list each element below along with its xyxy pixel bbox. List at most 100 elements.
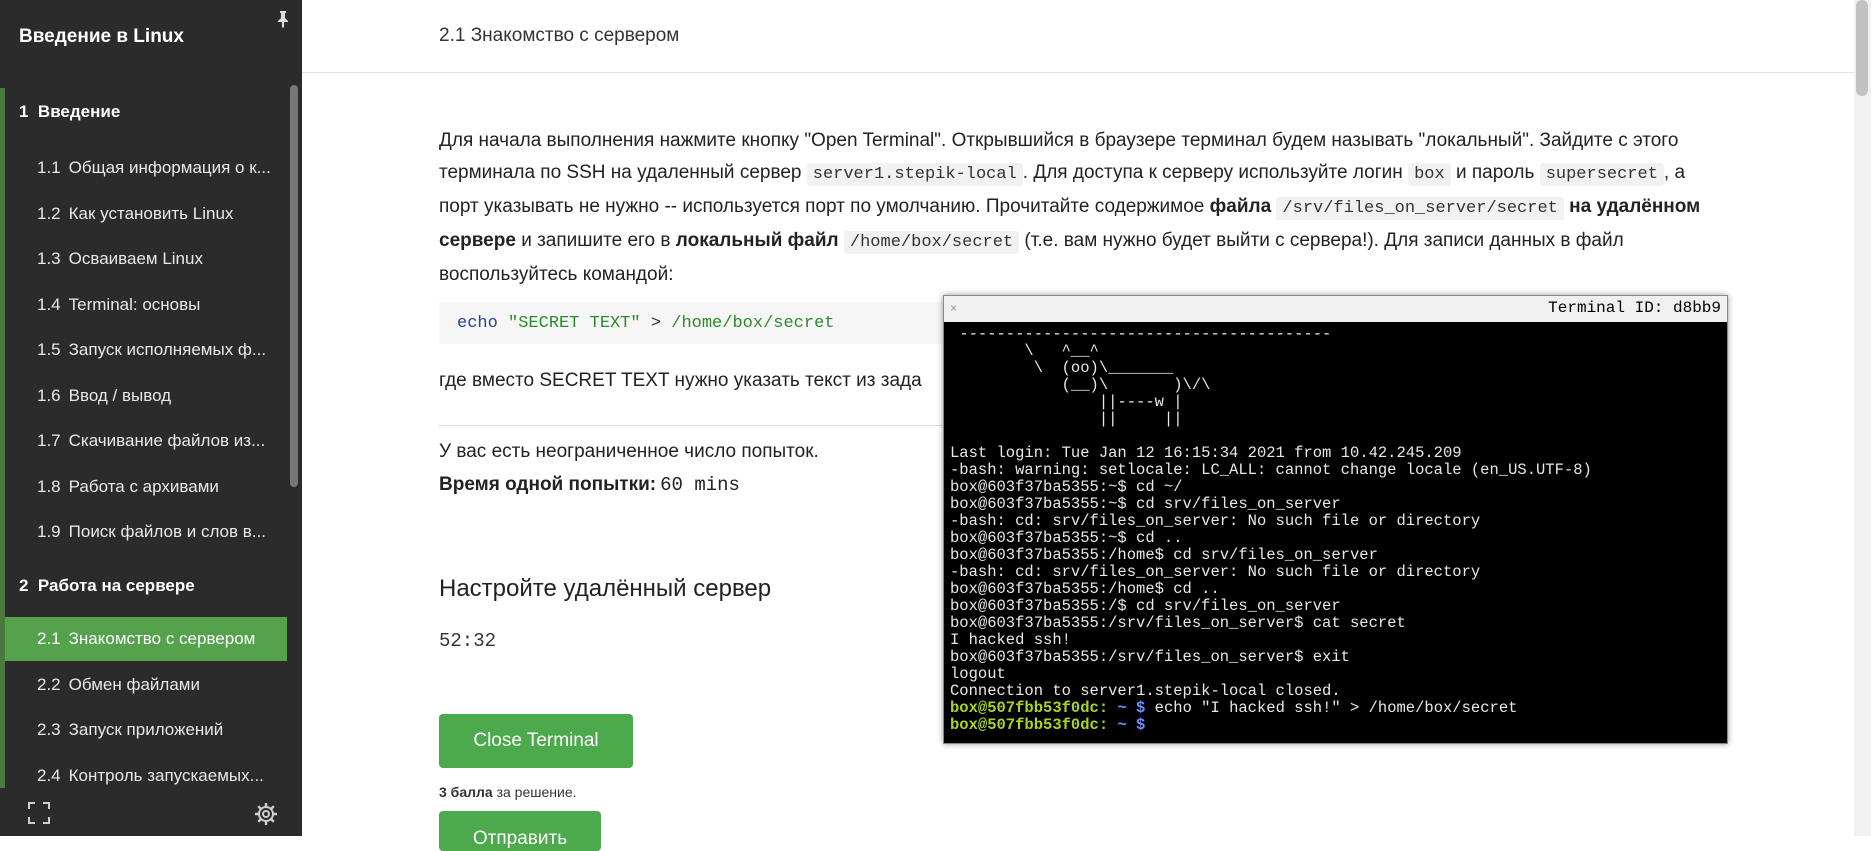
item-label: Как установить Linux xyxy=(68,204,234,223)
prompt-command: echo "I hacked ssh!" > /home/box/secret xyxy=(1145,699,1518,717)
item-number: 1.5 xyxy=(37,340,61,359)
sidebar-item-1-5[interactable]: 1.5 Запуск исполняемых ф... xyxy=(5,328,287,372)
item-number: 1.2 xyxy=(37,204,61,223)
sidebar-item-1-1[interactable]: 1.1 Общая информация о к... xyxy=(5,146,287,190)
header-divider xyxy=(302,72,1854,73)
sidebar-item-1-2[interactable]: 1.2 Как установить Linux xyxy=(5,192,287,236)
terminal-line: -bash: cd: srv/files_on_server: No such … xyxy=(950,563,1481,581)
sidebar-item-1-8[interactable]: 1.8 Работа с архивами xyxy=(5,465,287,509)
countdown-timer: 52:32 xyxy=(439,630,497,652)
prompt-dollar: $ xyxy=(1136,716,1146,734)
step-title: 2.1 Знакомство с сервером xyxy=(439,25,680,46)
terminal-text: ----------------------------------------… xyxy=(950,326,1720,734)
terminal-line: box@603f37ba5355:/$ cd srv/files_on_serv… xyxy=(950,597,1341,615)
password-code: supersecret xyxy=(1539,163,1664,186)
item-number: 1.1 xyxy=(37,158,61,177)
code-block: echo "SECRET TEXT" > /home/box/secret xyxy=(439,302,949,344)
prompt-userhost: box@507fbb53f0dc: xyxy=(950,716,1109,734)
close-terminal-button[interactable]: Close Terminal xyxy=(439,714,633,768)
terminal-line: box@603f37ba5355:/home$ cd srv/files_on_… xyxy=(950,546,1378,564)
terminal-prompt-line: box@507fbb53f0dc: ~ $ xyxy=(950,717,1720,734)
terminal-line: box@603f37ba5355:~$ cd ~/ xyxy=(950,478,1183,496)
fullscreen-icon[interactable] xyxy=(28,802,50,824)
gear-icon[interactable] xyxy=(254,802,278,826)
server-code: server1.stepik-local xyxy=(806,163,1023,186)
item-number: 2.2 xyxy=(37,675,61,694)
code-string: "SECRET TEXT" xyxy=(508,314,641,333)
terminal-line: box@603f37ba5355:/srv/files_on_server$ c… xyxy=(950,614,1406,632)
module-number: 1 xyxy=(19,102,29,121)
section-heading: Настройте удалённый сервер xyxy=(439,575,772,602)
terminal-line: -bash: cd: srv/files_on_server: No such … xyxy=(950,512,1481,530)
item-label: Скачивание файлов из... xyxy=(68,431,266,450)
page-scrollbar-thumb[interactable] xyxy=(1856,0,1868,96)
sidebar-item-1-9[interactable]: 1.9 Поиск файлов и слов в... xyxy=(5,510,287,554)
sidebar-item-1-4[interactable]: 1.4 Terminal: основы xyxy=(5,283,287,327)
sidebar-item-2-3[interactable]: 2.3 Запуск приложений xyxy=(5,708,287,752)
sidebar-item-2-4[interactable]: 2.4 Контроль запускаемых... xyxy=(5,754,287,788)
score-points: 3 балла xyxy=(439,784,493,800)
attempt-time-label: Время одной попытки: xyxy=(439,474,657,495)
terminal-header[interactable]: × Terminal ID: d8bb9 xyxy=(944,296,1727,322)
terminal-output[interactable]: ----------------------------------------… xyxy=(950,326,1720,736)
pin-icon[interactable] xyxy=(273,9,293,29)
text: и запишите его в xyxy=(515,230,676,251)
item-number: 1.6 xyxy=(37,386,61,405)
terminal-line: box@603f37ba5355:~$ cd srv/files_on_serv… xyxy=(950,495,1341,513)
sidebar-item-2-2[interactable]: 2.2 Обмен файлами xyxy=(5,663,287,707)
module-title: Работа на сервере xyxy=(37,576,195,595)
item-label: Знакомство с сервером xyxy=(68,629,256,648)
bold-text: локальный файл xyxy=(675,230,839,251)
item-label: Работа с архивами xyxy=(68,477,219,496)
item-number: 1.7 xyxy=(37,431,61,450)
score-text: за решение. xyxy=(492,784,577,800)
item-label: Запуск исполняемых ф... xyxy=(68,340,267,359)
close-icon[interactable]: × xyxy=(950,301,957,315)
sidebar-item-2-1[interactable]: 2.1 Знакомство с сервером xyxy=(5,617,287,661)
module-2-heading[interactable]: 2 Работа на сервере xyxy=(19,576,195,596)
item-label: Запуск приложений xyxy=(68,720,224,739)
submit-button[interactable]: Отправить xyxy=(439,811,601,851)
instruction-text: где вместо SECRET TEXT нужно указать тек… xyxy=(439,370,922,391)
divider xyxy=(439,425,949,426)
prompt-path: ~ xyxy=(1108,699,1137,717)
terminal-window[interactable]: × Terminal ID: d8bb9 -------------------… xyxy=(943,295,1728,744)
login-code: box xyxy=(1408,163,1451,186)
terminal-line: ||----w | xyxy=(950,393,1183,411)
terminal-line: || || xyxy=(950,410,1183,428)
sidebar-item-1-7[interactable]: 1.7 Скачивание файлов из... xyxy=(5,419,287,463)
sidebar-item-1-6[interactable]: 1.6 Ввод / вывод xyxy=(5,374,287,418)
page-scrollbar-track[interactable] xyxy=(1854,0,1871,836)
terminal-line: \ ^__^ xyxy=(950,342,1099,360)
course-title[interactable]: Введение в Linux xyxy=(19,26,184,48)
text: . Для доступа к серверу используйте логи… xyxy=(1022,162,1409,183)
item-label: Поиск файлов и слов в... xyxy=(68,522,266,541)
terminal-line: -bash: warning: setlocale: LC_ALL: canno… xyxy=(950,461,1592,479)
item-label: Общая информация о к... xyxy=(68,158,271,177)
terminal-line: I hacked ssh! xyxy=(950,631,1071,649)
terminal-line: Last login: Tue Jan 12 16:15:34 2021 fro… xyxy=(950,444,1462,462)
lesson-list: 1 Введение 1.1 Общая информация о к... 1.… xyxy=(0,88,292,788)
module-number: 2 xyxy=(19,576,29,595)
attempt-time: Время одной попытки: 60 mins xyxy=(439,474,740,496)
terminal-line: \ (oo)\_______ xyxy=(950,359,1174,377)
item-label: Осваиваем Linux xyxy=(68,249,203,268)
terminal-line: box@603f37ba5355:~$ cd .. xyxy=(950,529,1183,547)
sidebar-item-1-3[interactable]: 1.3 Осваиваем Linux xyxy=(5,237,287,281)
attempt-time-value: 60 mins xyxy=(660,474,740,496)
sidebar-scrollbar[interactable] xyxy=(290,85,298,487)
terminal-prompt-line: box@507fbb53f0dc: ~ $ echo "I hacked ssh… xyxy=(950,700,1720,717)
item-label: Terminal: основы xyxy=(68,295,201,314)
code-path: /home/box/secret xyxy=(671,314,835,333)
item-number: 1.9 xyxy=(37,522,61,541)
terminal-line: Connection to server1.stepik-local close… xyxy=(950,682,1341,700)
item-number: 2.4 xyxy=(37,766,61,785)
terminal-id: Terminal ID: d8bb9 xyxy=(1548,299,1721,317)
course-sidebar: Введение в Linux 1 Введение 1.1 Общая инф… xyxy=(0,0,302,836)
item-label: Ввод / вывод xyxy=(68,386,172,405)
module-1-heading[interactable]: 1 Введение xyxy=(19,102,120,122)
terminal-line: (__)\ )\/\ xyxy=(950,376,1211,394)
attempts-info: У вас есть неограниченное число попыток. xyxy=(439,441,819,462)
prompt-userhost: box@507fbb53f0dc: xyxy=(950,699,1109,717)
terminal-line: ---------------------------------------- xyxy=(950,326,1332,343)
